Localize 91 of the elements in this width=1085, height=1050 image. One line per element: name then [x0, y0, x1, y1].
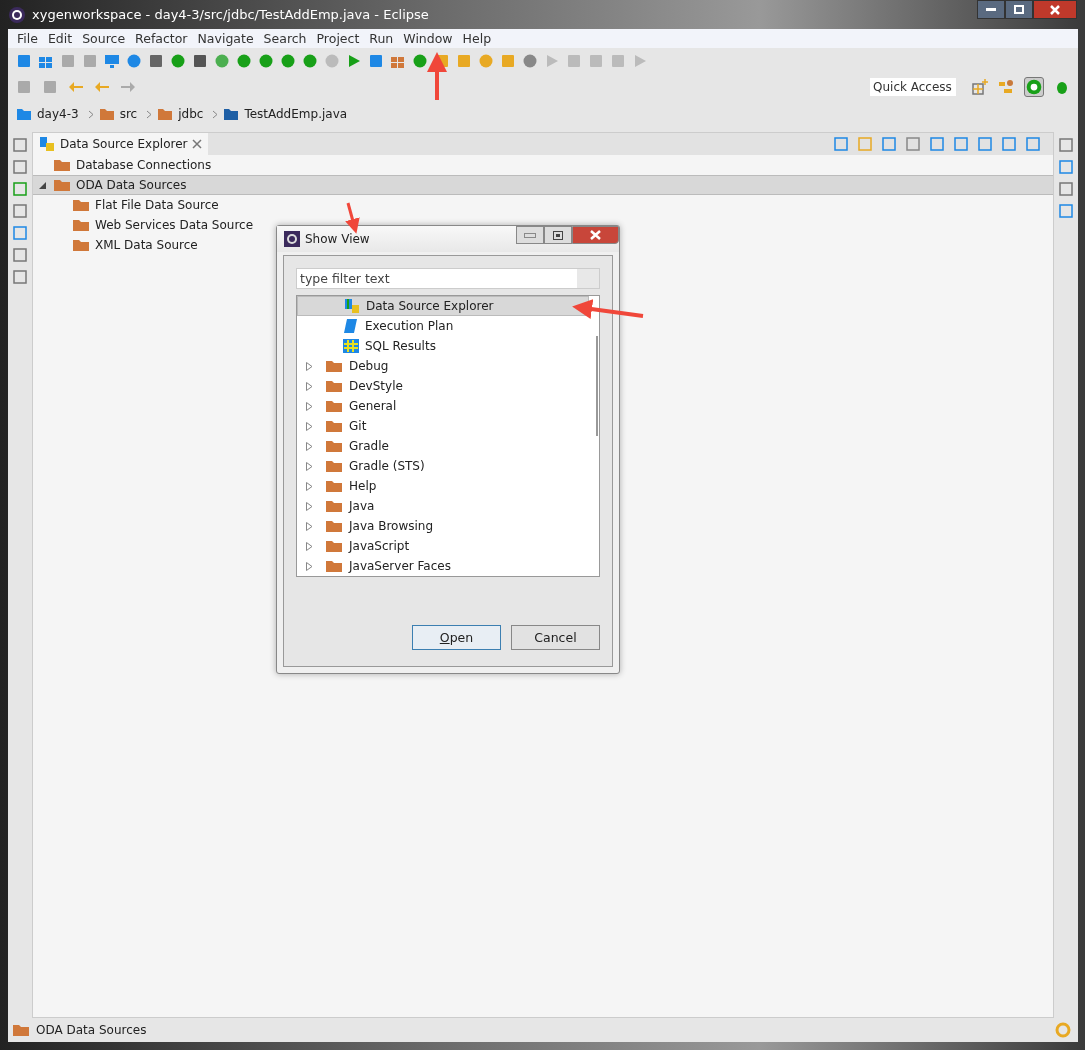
close-icon	[590, 230, 601, 240]
status-text: ODA Data Sources	[36, 1023, 147, 1037]
tree-item[interactable]: Database Connections	[33, 155, 212, 175]
trim-icon[interactable]	[1059, 204, 1073, 218]
eclipse-logo-icon	[8, 5, 26, 24]
explorer-icon	[344, 298, 360, 314]
view-toolbar-icon[interactable]	[857, 136, 873, 152]
chevron-icon	[146, 109, 153, 119]
menu-item[interactable]: Edit	[42, 31, 78, 46]
close-button[interactable]	[1033, 0, 1077, 19]
list-item[interactable]: DevStyle	[297, 376, 589, 396]
filter-field[interactable]: type filter text	[296, 268, 600, 289]
breadcrumb-item[interactable]: day4-3	[37, 107, 79, 121]
expand-icon[interactable]	[39, 181, 46, 189]
tree-item[interactable]: ODA Data Sources	[33, 175, 1053, 195]
minimize-button[interactable]	[977, 0, 1005, 19]
quick-access-field[interactable]: Quick Access	[870, 78, 956, 96]
trim-icon[interactable]	[13, 138, 27, 152]
eclipse-logo-icon	[284, 231, 300, 247]
cancel-button[interactable]: Cancel	[511, 625, 600, 650]
menu-item[interactable]: Search	[258, 31, 312, 46]
book-icon	[343, 318, 359, 334]
close-icon	[1050, 4, 1060, 15]
play-icon[interactable]	[346, 53, 362, 69]
menu-item[interactable]: File	[12, 31, 43, 46]
view-toolbar-icon[interactable]	[953, 136, 969, 152]
monitor-icon[interactable]	[104, 53, 120, 69]
close-icon[interactable]	[192, 139, 203, 149]
menu-item[interactable]: Refactor	[130, 31, 193, 46]
table-icon	[343, 338, 359, 354]
breadcrumb-item[interactable]: jdbc	[178, 107, 204, 121]
annotation-arrow	[572, 299, 644, 319]
breadcrumb-item[interactable]: TestAddEmp.java	[244, 107, 348, 121]
trim-icon[interactable]	[13, 226, 27, 240]
menu-item[interactable]: Navigate	[192, 31, 259, 46]
open-perspective-icon[interactable]	[972, 79, 988, 95]
list-item[interactable]: Execution Plan	[297, 316, 589, 336]
trim-icon[interactable]	[13, 160, 27, 174]
view-toolbar-icon[interactable]	[881, 136, 897, 152]
minimize-icon	[524, 232, 536, 238]
list-item[interactable]: Data Source Explorer	[297, 296, 589, 316]
trim-icon[interactable]	[13, 204, 27, 218]
trim-icon[interactable]	[1059, 160, 1073, 174]
list-item[interactable]: Gradle (STS)	[297, 456, 589, 476]
list-item[interactable]: JavaScript	[297, 536, 589, 556]
menu-item[interactable]: Window	[398, 31, 458, 46]
list-item[interactable]: General	[297, 396, 589, 416]
explorer-icon	[39, 136, 55, 152]
list-item[interactable]: SQL Results	[297, 336, 589, 356]
restore-icon	[553, 230, 563, 240]
trim-icon[interactable]	[1059, 138, 1073, 152]
list-item[interactable]: Java Browsing	[297, 516, 589, 536]
breadcrumb-item[interactable]: src	[119, 107, 138, 121]
tree-item[interactable]: Flat File Data Source	[33, 195, 219, 215]
maximize-button[interactable]	[544, 226, 572, 244]
menu-item[interactable]: Source	[77, 31, 131, 46]
menu-item[interactable]: Run	[364, 31, 399, 46]
list-item[interactable]: Debug	[297, 356, 589, 376]
open-button[interactable]: Open	[412, 625, 501, 650]
tree-item[interactable]: Web Services Data Source	[33, 215, 254, 235]
tree-item[interactable]: XML Data Source	[33, 235, 198, 255]
list-item[interactable]: Git	[297, 416, 589, 436]
view-toolbar-icon[interactable]	[833, 136, 849, 152]
list-item[interactable]: Gradle	[297, 436, 589, 456]
maximize-button[interactable]	[1005, 0, 1033, 19]
chevron-icon	[212, 109, 219, 119]
trim-icon[interactable]	[13, 248, 27, 262]
maximize-icon	[1014, 5, 1024, 14]
view-toolbar-icon[interactable]	[1001, 136, 1017, 152]
perspective-icon[interactable]	[998, 79, 1014, 95]
dialog-title: Show View	[305, 232, 370, 246]
minimize-icon	[986, 7, 996, 12]
view-tab[interactable]: Data Source Explorer	[33, 133, 209, 155]
view-toolbar-icon[interactable]	[929, 136, 945, 152]
view-toolbar-icon[interactable]	[905, 136, 921, 152]
view-toolbar-icon[interactable]	[977, 136, 993, 152]
trim-icon[interactable]	[13, 182, 27, 196]
list-item[interactable]: JavaServer Faces	[297, 556, 589, 576]
chevron-icon	[87, 109, 94, 119]
annotation-arrow	[345, 202, 360, 234]
forward-icon[interactable]	[120, 79, 136, 95]
list-item[interactable]: Help	[297, 476, 589, 496]
list-item[interactable]: Java	[297, 496, 589, 516]
menu-item[interactable]: Help	[457, 31, 497, 46]
view-toolbar-icon[interactable]	[1025, 136, 1041, 152]
menu-item[interactable]: Project	[311, 31, 365, 46]
spring-perspective-icon[interactable]	[1024, 77, 1044, 97]
trim-icon[interactable]	[1059, 182, 1073, 196]
annotation-arrow	[427, 52, 447, 100]
window-title: xygenworkspace - day4-3/src/jdbc/TestAddEmp.java - Eclipse	[32, 7, 429, 22]
trim-icon[interactable]	[13, 270, 27, 284]
